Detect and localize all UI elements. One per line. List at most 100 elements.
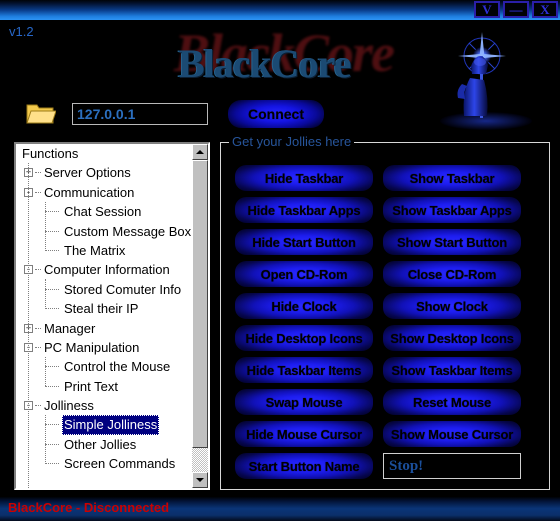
- start-button-name-input[interactable]: [383, 453, 521, 479]
- app-logo: BlackCore BlackCore: [160, 23, 400, 92]
- logo-text: BlackCore: [178, 41, 351, 86]
- button-swap-mouse[interactable]: Swap Mouse: [235, 389, 373, 415]
- button-show-taskbar-items[interactable]: Show Taskbar Items: [383, 357, 521, 383]
- tree-branch-line: [45, 279, 46, 309]
- button-show-start-button[interactable]: Show Start Button: [383, 229, 521, 255]
- button-show-taskbar[interactable]: Show Taskbar: [383, 165, 521, 191]
- folder-icon[interactable]: [26, 100, 56, 126]
- tree-item-jolliness[interactable]: - Jolliness: [16, 396, 192, 415]
- version-label: v1.2: [9, 24, 34, 39]
- connect-button[interactable]: Connect: [228, 100, 324, 128]
- button-hide-taskbar[interactable]: Hide Taskbar: [235, 165, 373, 191]
- tree-item-simple-jolliness[interactable]: Simple Jolliness: [16, 415, 192, 435]
- tree-connector: [45, 385, 59, 387]
- functions-tree[interactable]: Functions + Server Options - Communication Ch…: [16, 144, 192, 488]
- tree-item-label: Print Text: [64, 378, 118, 394]
- button-close-cd-rom[interactable]: Close CD-Rom: [383, 261, 521, 287]
- tree-connector: [45, 366, 59, 368]
- tree-item-label: Simple Jolliness: [62, 415, 160, 435]
- scrollbar-track[interactable]: [192, 160, 208, 472]
- button-show-clock[interactable]: Show Clock: [383, 293, 521, 319]
- close-button[interactable]: X: [532, 1, 558, 18]
- tree-item-other-jollies[interactable]: Other Jollies: [16, 435, 192, 454]
- tree-connector: [45, 211, 59, 213]
- tree-item-label: Control the Mouse: [64, 359, 171, 375]
- tree-trunk-line: [28, 163, 29, 488]
- tree-item-label: Communication: [44, 184, 135, 200]
- status-bar: BlackCore - Disconnected: [0, 497, 560, 521]
- tree-connector: [35, 172, 41, 174]
- status-text: BlackCore - Disconnected: [8, 500, 170, 515]
- scroll-down-button[interactable]: [192, 472, 208, 488]
- tree-item-print-text[interactable]: Print Text: [16, 377, 192, 396]
- tree-connector: [35, 269, 41, 271]
- tree-branch-line: [45, 357, 46, 387]
- tree-connector: [45, 443, 59, 445]
- mage-artwork: [440, 32, 532, 130]
- tree-item-label: Stored Comuter Info: [64, 281, 182, 297]
- button-hide-clock[interactable]: Hide Clock: [235, 293, 373, 319]
- tree-item-label: Custom Message Box: [64, 223, 192, 239]
- scrollbar-thumb[interactable]: [192, 160, 208, 448]
- tree-root-label: Functions: [22, 146, 79, 161]
- tree-item-server-options[interactable]: + Server Options: [16, 163, 192, 182]
- functions-tree-panel: Functions + Server Options - Communication Ch…: [14, 142, 210, 490]
- ip-address-input[interactable]: [72, 103, 208, 125]
- tree-connector: [45, 308, 59, 310]
- tree-item-label: Jolliness: [44, 398, 94, 414]
- button-hide-desktop-icons[interactable]: Hide Desktop Icons: [235, 325, 373, 351]
- button-hide-taskbar-items[interactable]: Hide Taskbar Items: [235, 357, 373, 383]
- tree-item-label: The Matrix: [64, 242, 126, 258]
- tree-connector: [35, 405, 41, 407]
- minimize-button[interactable]: —: [503, 1, 529, 18]
- restore-button[interactable]: V: [474, 1, 500, 18]
- button-hide-taskbar-apps[interactable]: Hide Taskbar Apps: [235, 197, 373, 223]
- tree-branch-line: [45, 415, 46, 464]
- button-show-taskbar-apps[interactable]: Show Taskbar Apps: [383, 197, 521, 223]
- tree-item-stored-comuter-info[interactable]: Stored Comuter Info: [16, 280, 192, 299]
- tree-item-control-the-mouse[interactable]: Control the Mouse: [16, 357, 192, 376]
- tree-connector: [35, 191, 41, 193]
- tree-item-manager[interactable]: + Manager: [16, 319, 192, 338]
- tree-item-label: PC Manipulation: [44, 339, 140, 355]
- tree-item-steal-their-ip[interactable]: Steal their IP: [16, 299, 192, 318]
- tree-item-label: Manager: [44, 320, 96, 336]
- chevron-up-icon: [196, 150, 204, 154]
- window-controls: V — X: [474, 1, 558, 18]
- tree-connector: [45, 249, 59, 251]
- jollies-groupbox: Get your Jollies here Hide Taskbar Hide T…: [220, 134, 550, 490]
- tree-connector: [45, 424, 59, 426]
- button-show-mouse-cursor[interactable]: Show Mouse Cursor: [383, 421, 521, 447]
- tree-root[interactable]: Functions: [16, 144, 192, 163]
- scroll-up-button[interactable]: [192, 144, 208, 160]
- tree-connector: [35, 327, 41, 329]
- button-hide-mouse-cursor[interactable]: Hide Mouse Cursor: [235, 421, 373, 447]
- button-show-desktop-icons[interactable]: Show Desktop Icons: [383, 325, 521, 351]
- button-open-cd-rom[interactable]: Open CD-Rom: [235, 261, 373, 287]
- tree-scrollbar[interactable]: [192, 144, 208, 488]
- chevron-down-icon: [196, 478, 204, 482]
- tree-item-screen-commands[interactable]: Screen Commands: [16, 454, 192, 473]
- tree-item-the-matrix[interactable]: The Matrix: [16, 241, 192, 260]
- application-window: V — X v1.2 BlackCore BlackCore 127.0.0.1…: [0, 0, 560, 521]
- tree-item-label: Screen Commands: [64, 456, 176, 472]
- tree-item-communication[interactable]: - Communication: [16, 183, 192, 202]
- button-start-button-name[interactable]: Start Button Name: [235, 453, 373, 479]
- tree-item-label: Server Options: [44, 165, 131, 181]
- button-reset-mouse[interactable]: Reset Mouse: [383, 389, 521, 415]
- tree-connector: [35, 346, 41, 348]
- tree-branch-line: [45, 201, 46, 251]
- tree-item-label: Computer Information: [44, 262, 170, 278]
- tree-item-label: Steal their IP: [64, 301, 139, 317]
- tree-item-label: Other Jollies: [64, 436, 137, 452]
- tree-item-chat-session[interactable]: Chat Session: [16, 202, 192, 221]
- tree-item-label: Chat Session: [64, 204, 142, 220]
- tree-connector: [45, 288, 59, 290]
- tree-item-computer-information[interactable]: - Computer Information: [16, 260, 192, 279]
- title-bar: V — X: [0, 0, 560, 20]
- jollies-groupbox-label: Get your Jollies here: [229, 134, 355, 149]
- tree-connector: [45, 463, 59, 465]
- tree-item-custom-message-box[interactable]: Custom Message Box: [16, 222, 192, 241]
- tree-item-pc-manipulation[interactable]: - PC Manipulation: [16, 338, 192, 357]
- button-hide-start-button[interactable]: Hide Start Button: [235, 229, 373, 255]
